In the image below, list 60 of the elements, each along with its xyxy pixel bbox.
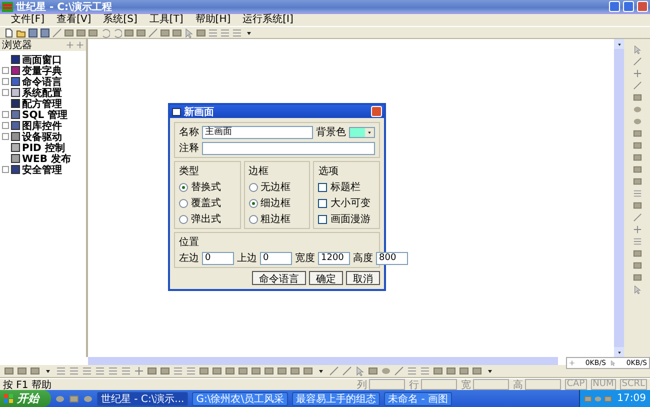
- number-field[interactable]: 0: [260, 252, 292, 264]
- option-label: 画面漫游: [330, 213, 370, 226]
- tree-item[interactable]: 安全管理: [22, 162, 62, 176]
- tree-item[interactable]: 变量字典: [22, 64, 62, 78]
- drawing-canvas[interactable]: 新画面 名称 主画面 背景色 注释 类型 替换式 覆盖式 弹出式 边框 无边框 细边框 粗边框 选项 标题栏 大小可变 画面漫游 位置 左边 0 上边 0 宽度 1200 高度 800 命令语言 确定 取消: [88, 39, 614, 357]
- option-label: 替换式: [191, 180, 221, 194]
- field-label: 宽度: [295, 252, 315, 265]
- field-label: 高度: [353, 252, 373, 265]
- tree-item[interactable]: 设备驱动: [22, 130, 62, 144]
- field-label: 背景色: [316, 126, 346, 139]
- panel-title: 浏览器: [2, 38, 33, 52]
- option-label: 覆盖式: [191, 196, 221, 210]
- option-label: 粗边框: [260, 212, 291, 226]
- dialog-title: 新画面: [184, 105, 215, 118]
- option-label: 弹出式: [191, 212, 221, 226]
- menu-item[interactable]: 系统[S]: [98, 14, 142, 26]
- clock: 17:09: [617, 393, 646, 404]
- number-field[interactable]: 1200: [318, 252, 350, 264]
- taskbar-button[interactable]: 世纪星 - C:\演示...: [97, 392, 188, 406]
- tree-item[interactable]: 图库控件: [22, 118, 62, 132]
- taskbar-button[interactable]: 最容易上手的组态: [292, 392, 380, 406]
- taskbar-button[interactable]: G:\徐州农\员工风采: [192, 392, 288, 406]
- menu-item[interactable]: 运行系统[I]: [238, 14, 298, 26]
- name-field[interactable]: 主画面: [202, 126, 313, 138]
- option-label: 细边框: [260, 196, 291, 210]
- field-label: 左边: [179, 252, 199, 265]
- menu-item[interactable]: 工具[T]: [144, 14, 188, 26]
- field-label: 名称: [179, 126, 199, 139]
- option-label: 无边框: [260, 180, 291, 194]
- field-label: 注释: [179, 142, 199, 155]
- tree-item[interactable]: PID 控制: [22, 140, 65, 154]
- menu-item[interactable]: 查看[V]: [52, 14, 96, 26]
- taskbar-button[interactable]: 未命名 - 画图: [384, 392, 452, 406]
- status-label: 行: [408, 378, 419, 392]
- group-title: 边框: [248, 164, 270, 178]
- number-field[interactable]: 800: [376, 252, 408, 264]
- dialog-button[interactable]: 取消: [346, 271, 380, 285]
- field-label: 上边: [237, 252, 257, 265]
- dialog-button[interactable]: 命令语言: [252, 271, 306, 285]
- start-button[interactable]: 开始: [0, 390, 51, 407]
- option-label: 大小可变: [330, 196, 370, 210]
- group-title: 选项: [318, 164, 340, 178]
- menu-item[interactable]: 文件[F]: [6, 14, 50, 26]
- menu-item[interactable]: 帮助[H]: [190, 14, 236, 26]
- status-label: 宽: [460, 378, 471, 392]
- tree-item[interactable]: 配方管理: [22, 96, 62, 110]
- status-text: 按 F1 帮助: [3, 378, 52, 392]
- number-field[interactable]: 0: [202, 252, 234, 264]
- tree-item[interactable]: 命令语言: [22, 74, 62, 88]
- tree-item[interactable]: SQL 管理: [22, 108, 68, 122]
- group-title: 类型: [179, 164, 200, 178]
- tree-item[interactable]: WEB 发布: [22, 152, 71, 166]
- status-label: 高: [512, 378, 523, 392]
- tree-item[interactable]: 画面窗口: [22, 52, 62, 66]
- group-title: 位置: [179, 236, 200, 249]
- dialog-button[interactable]: 确定: [309, 271, 343, 285]
- status-label: 列: [356, 378, 367, 392]
- option-label: 标题栏: [330, 180, 360, 194]
- window-title: 世纪星 - C:\演示工程: [16, 0, 114, 14]
- tree-item[interactable]: 系统配置: [22, 86, 62, 100]
